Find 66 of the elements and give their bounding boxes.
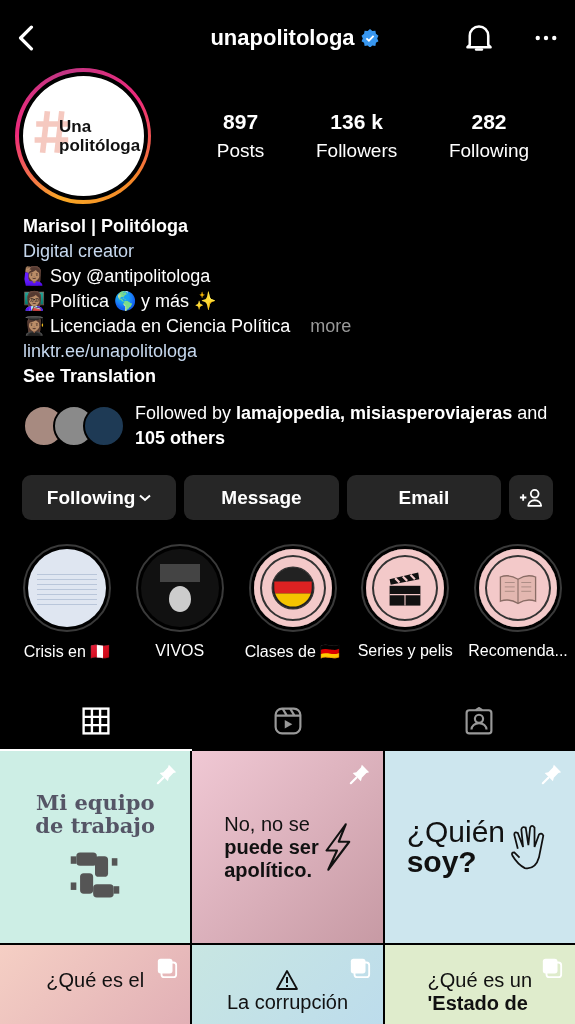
warning-icon (275, 969, 300, 991)
stat-count: 136 k (330, 110, 383, 134)
highlight-label: Recomenda... (468, 642, 568, 660)
story-highlight[interactable] (361, 544, 450, 632)
post-thumbnail[interactable]: Mi equipo de trabajo (0, 751, 191, 943)
suggest-people-button[interactable] (509, 475, 553, 520)
see-translation-link[interactable]: See Translation (23, 364, 552, 389)
post-caption-text: ¿Qué es un (427, 969, 533, 992)
add-person-icon (519, 488, 543, 507)
more-options-icon[interactable] (535, 35, 557, 41)
avatar-logo-text: politóloga (59, 136, 141, 155)
tagged-person-icon (465, 707, 494, 735)
grid-icon (81, 707, 110, 735)
post-caption-text: soy? (406, 847, 477, 877)
german-flag-icon (270, 566, 315, 610)
avatar-logo-text: Una (59, 117, 93, 136)
more-link[interactable]: more (310, 314, 352, 339)
highlight-label: Series y pelis (357, 642, 453, 660)
notification-bell-icon[interactable] (465, 23, 493, 53)
carousel-icon (156, 957, 179, 979)
highlight-label: VIVOS (155, 642, 205, 660)
followed-by-text[interactable]: Followed by lamajopedia, misiasperoviajeras and 105 others (135, 401, 552, 451)
category-label: Digital creator (23, 240, 136, 263)
post-thumbnail[interactable]: La corrupción (192, 945, 383, 1024)
pin-icon (541, 763, 563, 785)
stat-count: 282 (471, 110, 507, 134)
stat-count: 897 (223, 110, 259, 134)
story-highlight[interactable] (474, 544, 562, 632)
carousel-icon (541, 957, 563, 979)
bio-line: 👩🏽‍🏫 Política 🌎 y más ✨ (23, 290, 218, 313)
reels-icon (273, 707, 302, 735)
lightning-bolt-icon (322, 822, 351, 872)
post-caption-text: ¿Qué es el (46, 969, 145, 992)
pin-icon (156, 763, 179, 785)
stat-label[interactable]: Posts (216, 140, 265, 162)
post-caption-text: La corrupción (226, 991, 349, 1014)
post-caption-text: de trabajo (35, 814, 155, 837)
post-thumbnail[interactable]: ¿Qué es el (0, 945, 191, 1024)
post-thumbnail[interactable]: No, no se puede ser apolítico. (192, 751, 383, 943)
story-highlight[interactable] (248, 544, 337, 632)
profile-name: Marisol | Politóloga (23, 215, 190, 238)
post-caption-text: Mi equipo (35, 791, 155, 814)
bio-link[interactable]: linktr.ee/unapolitologa (23, 339, 552, 364)
following-button[interactable]: Following (22, 475, 177, 520)
carousel-icon (348, 957, 371, 979)
profile-action-button[interactable]: Message (184, 475, 339, 520)
bio-line: 👩🏽‍🎓 Licenciada en Ciencia Política (23, 315, 291, 338)
bio-line: 🙋🏽‍♀ Soy @antipolitologa (23, 265, 212, 288)
post-caption-text: 'Estado de (427, 992, 529, 1015)
post-thumbnail[interactable]: ¿Quién soy? (384, 751, 575, 943)
post-caption-text: apolítico. (224, 858, 314, 882)
post-caption-text: No, no se (224, 812, 311, 836)
back-icon[interactable] (18, 25, 34, 51)
chevron-down-icon (139, 493, 152, 502)
profile-avatar[interactable]: Una politóloga (15, 68, 151, 204)
stat-label[interactable]: Following (448, 140, 530, 162)
post-caption-text: puede ser (224, 835, 319, 859)
story-highlight[interactable] (23, 544, 111, 632)
stat-label[interactable]: Followers (315, 140, 398, 162)
username-title: unapolitologa (210, 25, 355, 51)
profile-action-button[interactable]: Email (346, 475, 501, 520)
pin-icon (348, 763, 371, 785)
story-highlight[interactable] (135, 544, 224, 632)
post-thumbnail[interactable]: ¿Qué es un 'Estado de (384, 945, 575, 1024)
highlight-label: Crisis en 🇵🇪 (23, 642, 111, 661)
post-caption-text: ¿Quién (406, 817, 505, 847)
